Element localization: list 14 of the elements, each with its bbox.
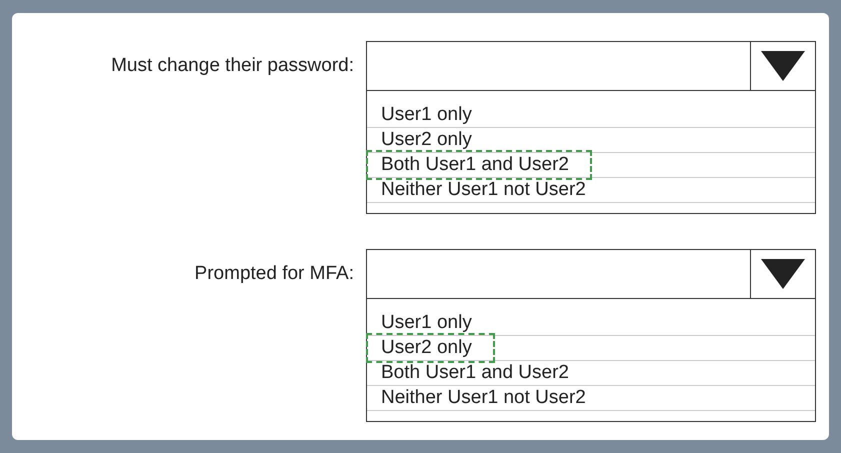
dropdown-option[interactable]: User2 only xyxy=(369,336,492,360)
question-label: Must change their password: xyxy=(110,55,355,77)
dropdown-option[interactable]: Neither User1 not User2 xyxy=(381,387,586,408)
dropdown-field[interactable] xyxy=(366,41,816,91)
dropdown-field[interactable] xyxy=(366,249,816,299)
caret-icon xyxy=(761,259,805,289)
dropdown-option[interactable]: User2 only xyxy=(381,129,472,150)
caret-icon xyxy=(761,51,805,81)
dropdown-option[interactable]: User1 only xyxy=(381,104,472,125)
question-label: Prompted for MFA: xyxy=(194,263,355,285)
dropdown-option[interactable]: Both User1 and User2 xyxy=(381,362,569,383)
dropdown-option[interactable]: User1 only xyxy=(381,312,472,333)
dropdown-option[interactable]: Both User1 and User2 xyxy=(369,153,589,177)
dropdown-option[interactable]: Neither User1 not User2 xyxy=(381,179,586,200)
